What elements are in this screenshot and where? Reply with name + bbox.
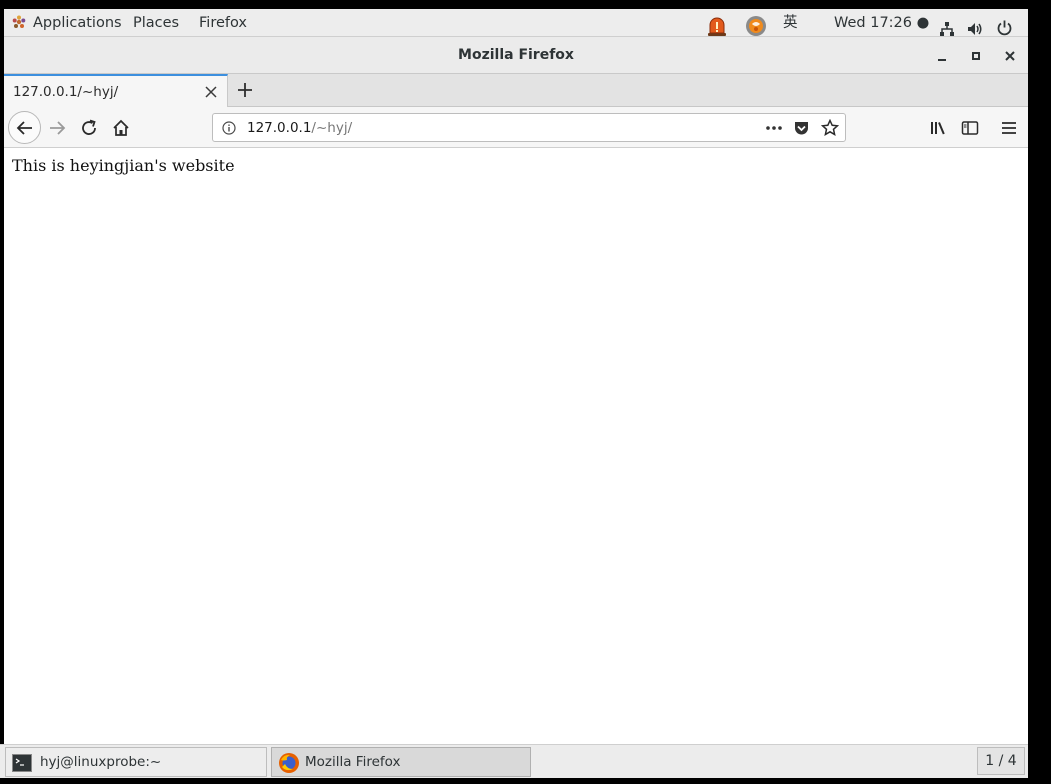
applications-label: Applications: [33, 15, 122, 31]
taskbar-item-firefox[interactable]: Mozilla Firefox: [271, 747, 531, 777]
tab-strip: 127.0.0.1/~hyj/: [4, 74, 1028, 108]
back-arrow-icon: [16, 121, 32, 135]
page-actions-more-icon[interactable]: [765, 120, 783, 136]
sidebar-toggle-icon[interactable]: [961, 119, 979, 137]
taskbar-item-label: Mozilla Firefox: [305, 754, 401, 770]
back-button[interactable]: [8, 111, 41, 144]
reload-button[interactable]: [80, 119, 98, 137]
taskbar-item-terminal[interactable]: hyj@linuxprobe:~: [5, 747, 267, 777]
workspace-switcher[interactable]: 1 / 4: [977, 747, 1025, 775]
applications-menu[interactable]: Applications: [12, 9, 122, 37]
page-body-text: This is heyingjian's website: [12, 156, 235, 175]
library-icon[interactable]: [929, 119, 947, 137]
close-window-button[interactable]: [1000, 46, 1020, 66]
applications-icon: [12, 15, 26, 28]
url-text[interactable]: 127.0.0.1/~hyj/: [247, 120, 352, 136]
browser-tab[interactable]: 127.0.0.1/~hyj/: [4, 74, 228, 108]
minimize-button[interactable]: [932, 46, 952, 66]
window-title: Mozilla Firefox: [458, 47, 574, 63]
maximize-button[interactable]: [966, 46, 986, 66]
home-button[interactable]: [112, 119, 130, 137]
page-content: This is heyingjian's website: [4, 148, 1028, 744]
forward-button[interactable]: [48, 119, 66, 137]
pocket-icon[interactable]: [793, 120, 810, 137]
url-path: /~hyj/: [311, 120, 353, 136]
bookmark-star-icon[interactable]: [821, 119, 839, 137]
clock[interactable]: Wed 17:26 ●: [834, 9, 929, 37]
tab-title: 127.0.0.1/~hyj/: [13, 84, 119, 100]
new-tab-button[interactable]: [236, 81, 254, 99]
terminal-icon: [12, 754, 32, 772]
url-bar[interactable]: 127.0.0.1/~hyj/: [212, 113, 846, 142]
navigation-toolbar: 127.0.0.1/~hyj/: [4, 107, 1028, 148]
window-titlebar[interactable]: Mozilla Firefox: [4, 37, 1028, 74]
alarm-icon[interactable]: [706, 12, 728, 40]
orange-app-icon[interactable]: [745, 12, 767, 40]
hamburger-menu-icon[interactable]: [1000, 119, 1018, 137]
firefox-app-menu[interactable]: Firefox: [199, 9, 247, 37]
url-host: 127.0.0.1: [247, 120, 312, 136]
input-method-indicator[interactable]: 英: [783, 9, 798, 37]
top-panel: Applications Places Firefox 英 Wed 17:26 …: [4, 9, 1028, 37]
close-tab-icon[interactable]: [204, 85, 218, 99]
taskbar-item-label: hyj@linuxprobe:~: [40, 754, 162, 770]
site-info-icon[interactable]: [222, 121, 236, 135]
firefox-icon: [279, 753, 299, 773]
places-menu[interactable]: Places: [133, 9, 179, 37]
taskbar: hyj@linuxprobe:~ Mozilla Firefox 1 / 4: [0, 744, 1028, 778]
